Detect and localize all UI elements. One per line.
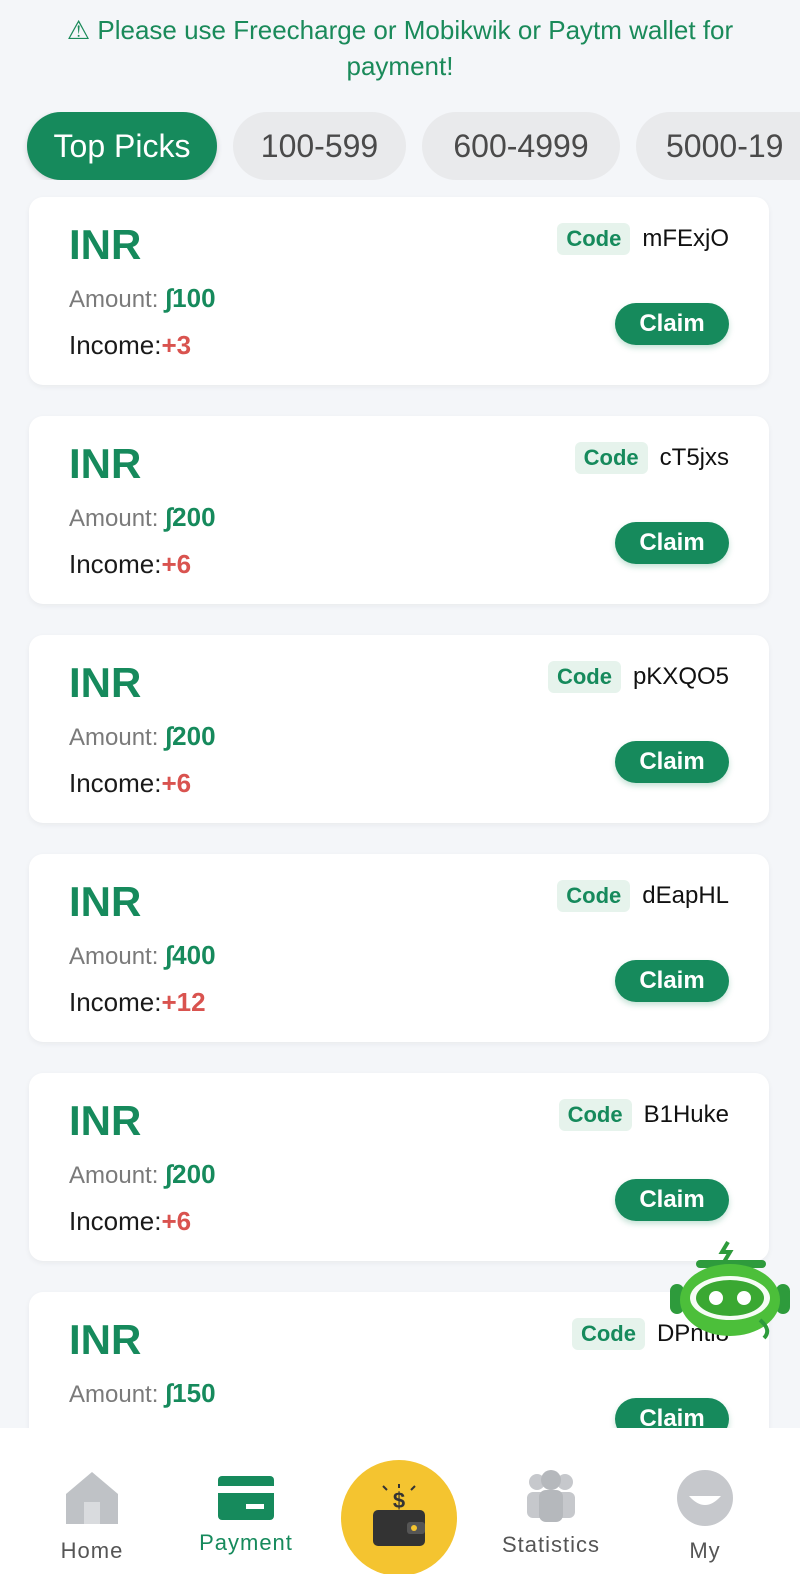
nav-home-label: Home xyxy=(60,1538,124,1563)
offer-card: INR Amount: ∫200 Income:+6 Code pKXQO5 C… xyxy=(29,635,769,823)
currency-label: INR xyxy=(69,1316,142,1363)
income-label: Income: xyxy=(69,330,162,360)
income-value: +12 xyxy=(161,987,206,1017)
amount-value: ∫200 xyxy=(165,721,216,751)
income-row: Income:+12 xyxy=(69,987,206,1018)
nav-payment-label: Payment xyxy=(199,1530,293,1555)
claim-button[interactable]: Claim xyxy=(615,303,729,345)
currency-label: INR xyxy=(69,221,142,268)
offer-card: INR Amount: ∫100 Income:+3 Code mFExjO C… xyxy=(29,197,769,385)
income-label: Income: xyxy=(69,549,162,579)
income-row: Income:+6 xyxy=(69,549,191,580)
nav-statistics[interactable]: Statistics xyxy=(481,1428,621,1574)
code-row: Code dEapHL xyxy=(557,880,729,912)
nav-statistics-label: Statistics xyxy=(501,1532,601,1557)
income-row: Income:+3 xyxy=(69,330,191,361)
code-value: pKXQO5 xyxy=(632,663,729,690)
nav-wallet[interactable]: $ xyxy=(341,1460,457,1574)
currency-label: INR xyxy=(69,878,142,925)
code-tag: Code xyxy=(547,661,621,693)
nav-home[interactable]: Home xyxy=(22,1428,162,1574)
code-tag: Code xyxy=(557,223,631,255)
amount-row: Amount: ∫200 xyxy=(69,721,216,752)
code-value: mFExjO xyxy=(642,225,729,252)
claim-button[interactable]: Claim xyxy=(615,1179,729,1221)
code-row: Code pKXQO5 xyxy=(547,661,729,693)
svg-text:$: $ xyxy=(393,1488,405,1513)
claim-button[interactable]: Claim xyxy=(615,522,729,564)
income-label: Income: xyxy=(69,987,162,1017)
card-icon xyxy=(218,1476,274,1520)
income-value: +6 xyxy=(161,768,192,798)
amount-value: ∫100 xyxy=(165,283,216,313)
nav-my[interactable]: My xyxy=(635,1428,775,1574)
code-value: B1Huke xyxy=(643,1101,729,1128)
amount-label: Amount: xyxy=(69,505,159,532)
income-value: +6 xyxy=(161,549,192,579)
tab-100-599[interactable]: 100-599 xyxy=(233,112,406,180)
tab-top-picks[interactable]: Top Picks xyxy=(27,112,217,180)
code-row: Code mFExjO xyxy=(557,223,729,255)
amount-label: Amount: xyxy=(69,943,159,970)
offer-card: INR Amount: ∫200 Income:+6 Code B1Huke C… xyxy=(29,1073,769,1261)
code-tag: Code xyxy=(558,1099,632,1131)
income-row: Income:+6 xyxy=(69,768,191,799)
income-label: Income: xyxy=(69,1206,162,1236)
amount-value: ∫150 xyxy=(165,1378,216,1408)
amount-row: Amount: ∫150 xyxy=(69,1378,216,1409)
amount-label: Amount: xyxy=(69,286,159,313)
amount-label: Amount: xyxy=(69,1162,159,1189)
wallet-icon: $ xyxy=(373,1484,425,1546)
amount-filter-tabs: Top Picks 100-599 600-4999 5000-19 xyxy=(0,112,800,180)
income-row: Income:+6 xyxy=(69,1206,191,1237)
profile-icon xyxy=(677,1470,733,1526)
claim-button[interactable]: Claim xyxy=(615,741,729,783)
bottom-nav: Home Payment $ Statistics My xyxy=(0,1428,800,1574)
home-icon xyxy=(66,1472,118,1524)
assistant-robot-icon[interactable] xyxy=(668,1240,792,1340)
amount-value: ∫200 xyxy=(165,502,216,532)
users-icon xyxy=(527,1470,575,1522)
currency-label: INR xyxy=(69,440,142,487)
amount-row: Amount: ∫100 xyxy=(69,283,216,314)
code-row: Code B1Huke xyxy=(558,1099,729,1131)
code-value: dEapHL xyxy=(642,882,729,909)
claim-button[interactable]: Claim xyxy=(615,960,729,1002)
amount-row: Amount: ∫200 xyxy=(69,1159,216,1190)
offer-card: INR Amount: ∫200 Income:+6 Code cT5jxs C… xyxy=(29,416,769,604)
tab-5000-19999[interactable]: 5000-19 xyxy=(636,112,800,180)
amount-row: Amount: ∫200 xyxy=(69,502,216,533)
amount-value: ∫400 xyxy=(165,940,216,970)
code-row: Code cT5jxs xyxy=(574,442,729,474)
amount-label: Amount: xyxy=(69,1381,159,1408)
amount-label: Amount: xyxy=(69,724,159,751)
tab-600-4999[interactable]: 600-4999 xyxy=(422,112,620,180)
offer-card: INR Amount: ∫400 Income:+12 Code dEapHL … xyxy=(29,854,769,1042)
code-value: cT5jxs xyxy=(659,444,729,471)
payment-notice: ⚠ Please use Freecharge or Mobikwik or P… xyxy=(66,15,734,81)
income-value: +6 xyxy=(161,1206,192,1236)
income-label: Income: xyxy=(69,768,162,798)
code-tag: Code xyxy=(571,1318,645,1350)
nav-my-label: My xyxy=(689,1538,721,1563)
currency-label: INR xyxy=(69,659,142,706)
income-value: +3 xyxy=(161,330,192,360)
currency-label: INR xyxy=(69,1097,142,1144)
amount-row: Amount: ∫400 xyxy=(69,940,216,971)
amount-value: ∫200 xyxy=(165,1159,216,1189)
nav-payment[interactable]: Payment xyxy=(176,1428,316,1574)
code-tag: Code xyxy=(574,442,648,474)
code-tag: Code xyxy=(557,880,631,912)
